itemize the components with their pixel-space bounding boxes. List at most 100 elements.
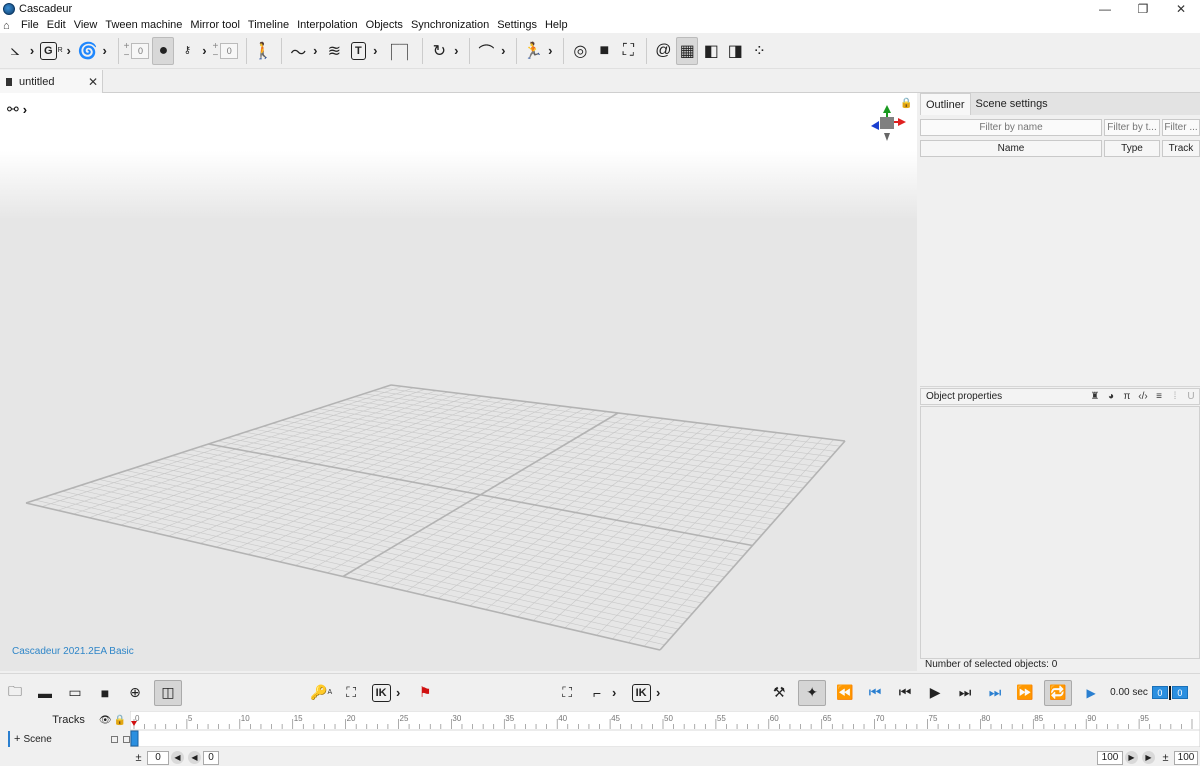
track-scene[interactable]: + Scene bbox=[8, 731, 130, 747]
filter-by-type-input[interactable] bbox=[1104, 119, 1160, 136]
frame-current-box[interactable]: 0 bbox=[1171, 686, 1188, 699]
panel-splitter[interactable] bbox=[920, 386, 1200, 387]
menu-interpolation[interactable]: Interpolation bbox=[293, 18, 362, 33]
range-current-input[interactable]: 0 bbox=[203, 750, 219, 765]
viewport-tool-button[interactable]: ⚯ › bbox=[7, 101, 27, 118]
ik-button[interactable]: IK bbox=[370, 680, 392, 706]
orientation-gizmo-icon[interactable] bbox=[868, 103, 908, 143]
range-prev2-button[interactable]: ◀ bbox=[188, 751, 201, 764]
menu-timeline[interactable]: Timeline bbox=[244, 18, 293, 33]
code-icon[interactable]: ‹/› bbox=[1135, 391, 1151, 402]
menu-settings[interactable]: Settings bbox=[493, 18, 541, 33]
filter-by-name-input[interactable] bbox=[920, 119, 1102, 136]
frame-start-box[interactable]: 0 bbox=[1151, 686, 1168, 699]
visibility-eye-icon[interactable]: 👁 bbox=[99, 715, 112, 726]
counter-left-plusminus[interactable]: + − bbox=[124, 41, 130, 60]
menu-synchronization[interactable]: Synchronization bbox=[407, 18, 493, 33]
range-end-input[interactable]: 100 bbox=[1097, 750, 1123, 765]
step-curve-expand-arrow[interactable]: › bbox=[610, 680, 618, 706]
flag-icon[interactable]: ⚑ bbox=[414, 680, 436, 706]
home-icon[interactable]: ⌂ bbox=[3, 20, 17, 32]
t-tool-button[interactable]: T bbox=[347, 37, 369, 65]
wave-icon[interactable]: ≋ bbox=[323, 37, 345, 65]
fit-frames-icon[interactable]: ⛶ bbox=[340, 680, 362, 706]
key-icon[interactable]: ⚷ bbox=[176, 37, 198, 65]
axis-expand-arrow[interactable]: › bbox=[28, 37, 36, 65]
step-curve-icon[interactable]: ⌐ bbox=[586, 680, 608, 706]
loop-icon[interactable]: ↻ bbox=[428, 37, 450, 65]
ik2-expand-arrow[interactable]: › bbox=[654, 680, 662, 706]
tab-close-icon[interactable]: ✕ bbox=[88, 75, 102, 89]
spiral-target-icon[interactable]: 🌀 bbox=[77, 37, 99, 65]
ik2-button[interactable]: IK bbox=[630, 680, 652, 706]
play-icon[interactable]: ▶ bbox=[924, 680, 946, 706]
trajectory-expand-arrow[interactable]: › bbox=[499, 37, 507, 65]
list-icon[interactable]: ≡ bbox=[1151, 391, 1167, 402]
spiral-expand-arrow[interactable]: › bbox=[101, 37, 109, 65]
column-header-type[interactable]: Type bbox=[1104, 140, 1160, 157]
expand-track-icon[interactable]: + bbox=[14, 733, 20, 745]
prev-frame-icon[interactable]: ⏮ bbox=[894, 680, 916, 706]
remove-track-icon[interactable]: ▭ bbox=[64, 680, 86, 706]
range-start-input[interactable]: 0 bbox=[147, 750, 169, 765]
tracks-lock-icon[interactable]: 🔒 bbox=[114, 715, 126, 726]
record-point-button[interactable]: ● bbox=[152, 36, 175, 65]
tab-outliner[interactable]: Outliner bbox=[920, 93, 971, 115]
counter-right[interactable]: 0 bbox=[220, 42, 239, 59]
curve-expand-arrow[interactable]: › bbox=[311, 37, 319, 65]
menu-file[interactable]: File bbox=[17, 18, 43, 33]
filter-by-track-input[interactable] bbox=[1162, 119, 1200, 136]
outliner-list[interactable] bbox=[920, 157, 1200, 385]
target-lock-icon[interactable]: ◎ bbox=[569, 37, 591, 65]
add-folder-icon[interactable]: 🗀 bbox=[4, 680, 26, 706]
running-expand-arrow[interactable]: › bbox=[546, 37, 554, 65]
character-icon[interactable]: 🚶 bbox=[252, 37, 274, 65]
range-start-plusminus[interactable]: ± bbox=[132, 751, 145, 764]
trajectory-icon[interactable]: ⌒ bbox=[475, 37, 497, 65]
3d-viewport[interactable]: ⚯ › 🔒 Cascadeur 2021.2EA Basic bbox=[0, 93, 917, 671]
playback-speed-icon[interactable]: ▶ bbox=[1080, 680, 1102, 706]
add-key-icon[interactable]: ⊕ bbox=[124, 680, 146, 706]
axis-icon[interactable]: ⦣ bbox=[4, 37, 26, 65]
range-end-max-input[interactable]: 100 bbox=[1174, 750, 1198, 765]
track-lock-checkbox[interactable] bbox=[123, 735, 130, 743]
timeline-ruler[interactable]: 0 5 10 15 20 25 30 35 40 45 50 55 60 65 70 75 80 85 90 95 bbox=[130, 711, 1200, 747]
g-tool-button[interactable]: GR bbox=[40, 37, 63, 65]
menu-mirror-tool[interactable]: Mirror tool bbox=[186, 18, 244, 33]
tab-scene-settings[interactable]: Scene settings bbox=[970, 93, 1200, 115]
menu-tween-machine[interactable]: Tween machine bbox=[101, 18, 186, 33]
close-window-button[interactable]: ✕ bbox=[1162, 0, 1200, 18]
split-view-icon[interactable]: ◫ bbox=[154, 679, 182, 706]
remove-layer-icon[interactable]: ◨ bbox=[724, 37, 746, 65]
camera-icon[interactable]: ■ bbox=[593, 37, 615, 65]
restore-button[interactable]: ❐ bbox=[1124, 0, 1162, 18]
curve-lock-icon[interactable]: 〜 bbox=[287, 37, 309, 65]
next-frame-icon[interactable]: ⏭ bbox=[954, 680, 976, 706]
nodes-icon[interactable]: ⁘ bbox=[748, 37, 770, 65]
range-next2-button[interactable]: ▶ bbox=[1142, 751, 1155, 764]
u-icon[interactable]: U bbox=[1183, 391, 1199, 402]
menu-objects[interactable]: Objects bbox=[362, 18, 407, 33]
track-visible-checkbox[interactable] bbox=[111, 735, 118, 743]
material-icon[interactable]: ◕ bbox=[1103, 391, 1119, 402]
bracket-icon[interactable]: ⎾⏋ bbox=[383, 37, 415, 65]
add-layer-icon[interactable]: ◧ bbox=[700, 37, 722, 65]
scene-key-block[interactable] bbox=[130, 730, 139, 747]
running-icon[interactable]: 🏃 bbox=[522, 37, 544, 65]
column-header-name[interactable]: Name bbox=[920, 140, 1102, 157]
menu-edit[interactable]: Edit bbox=[43, 18, 70, 33]
menu-view[interactable]: View bbox=[70, 18, 102, 33]
fast-forward-icon[interactable]: ⏩ bbox=[1014, 680, 1036, 706]
magic-wand-icon[interactable]: ✦ bbox=[798, 679, 827, 706]
g-tool-expand-arrow[interactable]: › bbox=[65, 37, 73, 65]
ik-expand-arrow[interactable]: › bbox=[394, 680, 402, 706]
viewport-tool-expand-arrow[interactable]: › bbox=[23, 102, 27, 117]
range-next-button[interactable]: ▶ bbox=[1125, 751, 1138, 764]
column-header-track[interactable]: Track bbox=[1162, 140, 1200, 157]
counter-left[interactable]: 0 bbox=[131, 42, 150, 59]
spiral-icon[interactable]: @ bbox=[652, 37, 674, 65]
fit-range-icon[interactable]: ⛶ bbox=[556, 680, 578, 706]
minimize-button[interactable]: — bbox=[1086, 0, 1124, 18]
t-tool-expand-arrow[interactable]: › bbox=[371, 37, 379, 65]
auto-key-icon[interactable]: 🔑 A bbox=[310, 680, 332, 706]
